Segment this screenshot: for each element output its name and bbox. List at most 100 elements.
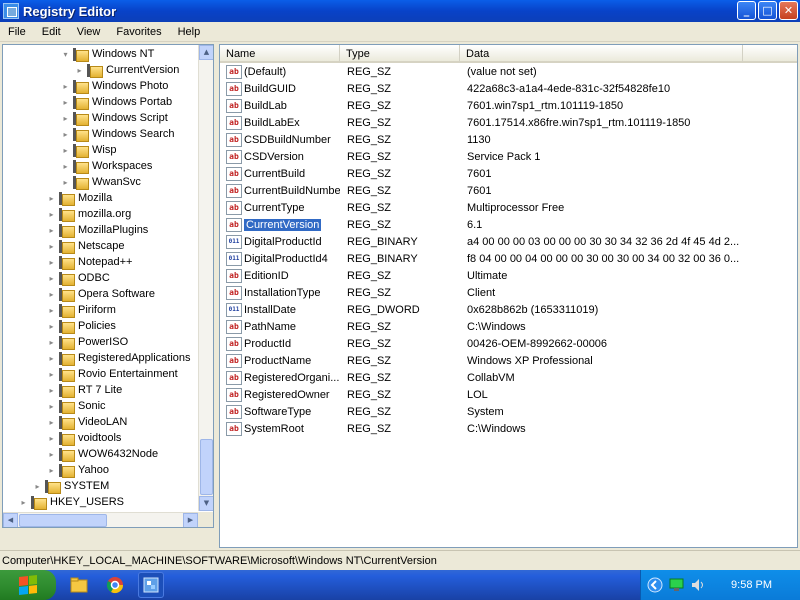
registry-value-row[interactable]: ab ProductId REG_SZ 00426-OEM-8992662-00006 [220,336,797,353]
expand-arrow-icon[interactable]: ▸ [75,66,84,75]
expand-arrow-icon[interactable]: ▸ [61,130,70,139]
registry-editor-task-button[interactable] [138,572,164,598]
registry-value-row[interactable]: 011 DigitalProductId REG_BINARY a4 00 00 00… [220,234,797,251]
expand-arrow-icon[interactable]: ▸ [47,258,56,267]
registry-value-row[interactable]: ab BuildLab REG_SZ 7601.win7sp1_rtm.101119-… [220,98,797,115]
key-tree-pane[interactable]: ▾ Windows NT ▸ CurrentVersion ▸ Windows Photo… [2,44,214,528]
tree-item[interactable]: ▸ SYSTEM [33,478,109,494]
tree-item[interactable]: ▸ ODBC [47,270,110,286]
expand-arrow-icon[interactable]: ▸ [47,274,56,283]
tree-item[interactable]: ▸ PowerISO [47,334,128,350]
tree-item[interactable]: ▸ Sonic [47,398,106,414]
tree-hscroll-thumb[interactable] [19,514,107,527]
explorer-quicklaunch-button[interactable] [66,572,92,598]
expand-arrow-icon[interactable]: ▸ [47,354,56,363]
expand-arrow-icon[interactable]: ▸ [47,434,56,443]
scroll-right-arrow-icon[interactable]: ▶ [183,513,198,527]
menu-edit[interactable]: Edit [34,22,69,42]
menu-help[interactable]: Help [170,22,209,42]
scroll-down-arrow-icon[interactable]: ▼ [199,496,213,511]
clock[interactable]: 9:58 PM [731,579,772,591]
expand-arrow-icon[interactable]: ▸ [47,242,56,251]
expand-arrow-icon[interactable]: ▸ [47,466,56,475]
expand-arrow-icon[interactable]: ▸ [47,418,56,427]
tree-item[interactable]: ▸ Netscape [47,238,124,254]
registry-value-row[interactable]: ab EditionID REG_SZ Ultimate [220,268,797,285]
tree-item[interactable]: ▸ Rovio Entertainment [47,366,178,382]
tree-item[interactable]: ▸ Workspaces [61,158,152,174]
title-bar[interactable]: Registry Editor _ □ ✕ [0,0,800,22]
expand-arrow-icon[interactable]: ▸ [19,498,28,507]
tree-item[interactable]: ▸ mozilla.org [47,206,131,222]
column-header-data[interactable]: Data [460,45,743,63]
minimize-button[interactable]: _ [737,1,756,20]
column-header-type[interactable]: Type [340,45,460,63]
expand-arrow-icon[interactable]: ▸ [47,290,56,299]
tree-item[interactable]: ▸ RegisteredApplications [47,350,191,366]
expand-arrow-icon[interactable]: ▸ [61,82,70,91]
expand-arrow-icon[interactable]: ▸ [47,338,56,347]
tree-item[interactable]: ▸ WOW6432Node [47,446,158,462]
maximize-button[interactable]: □ [758,1,777,20]
tree-item[interactable]: ▸ Windows Photo [61,78,168,94]
tree-item[interactable]: ▸ Windows Portab [61,94,172,110]
tree-item[interactable]: ▸ Mozilla [47,190,112,206]
tree-item[interactable]: ▸ HKEY_USERS [19,494,124,510]
volume-icon[interactable] [691,578,705,592]
expand-arrow-icon[interactable]: ▸ [47,226,56,235]
registry-value-row[interactable]: ab CurrentBuildNumber REG_SZ 7601 [220,183,797,200]
tree-item[interactable]: ▸ MozillaPlugins [47,222,148,238]
registry-value-row[interactable]: ab SystemRoot REG_SZ C:\Windows [220,421,797,438]
tree-horizontal-scrollbar[interactable]: ◀ ▶ [3,512,198,527]
registry-value-row[interactable]: ab RegisteredOrgani... REG_SZ CollabVM [220,370,797,387]
registry-value-row[interactable]: ab BuildLabEx REG_SZ 7601.17514.x86fre.win7… [220,115,797,132]
tree-item[interactable]: ▸ Yahoo [47,462,109,478]
registry-value-row[interactable]: ab CSDVersion REG_SZ Service Pack 1 [220,149,797,166]
expand-arrow-icon[interactable]: ▸ [47,386,56,395]
registry-value-row[interactable]: ab ProductName REG_SZ Windows XP Profession… [220,353,797,370]
registry-value-row[interactable]: ab (Default) REG_SZ (value not set) [220,64,797,81]
tree-item[interactable]: ▸ RT 7 Lite [47,382,122,398]
expand-arrow-icon[interactable]: ▸ [47,194,56,203]
tree-item[interactable]: ▸ VideoLAN [47,414,127,430]
tree-item[interactable]: ▸ Notepad++ [47,254,132,270]
registry-value-row[interactable]: ab CurrentBuild REG_SZ 7601 [220,166,797,183]
expand-arrow-icon[interactable]: ▸ [47,370,56,379]
tree-item[interactable]: ▸ Wisp [61,142,116,158]
menu-favorites[interactable]: Favorites [108,22,169,42]
registry-value-row[interactable]: ab PathName REG_SZ C:\Windows [220,319,797,336]
registry-value-row[interactable]: 011 DigitalProductId4 REG_BINARY f8 04 00 0… [220,251,797,268]
registry-value-row[interactable]: 011 InstallDate REG_DWORD 0x628b862b (16533… [220,302,797,319]
expand-arrow-icon[interactable]: ▸ [61,98,70,107]
registry-value-row[interactable]: ab RegisteredOwner REG_SZ LOL [220,387,797,404]
tree-item[interactable]: ▸ Policies [47,318,116,334]
expand-arrow-icon[interactable]: ▸ [61,114,70,123]
expand-arrow-icon[interactable]: ▸ [47,306,56,315]
registry-value-row[interactable]: ab CurrentVersion REG_SZ 6.1 [220,217,797,234]
tree-item[interactable]: ▸ Opera Software [47,286,155,302]
expand-arrow-icon[interactable]: ▸ [33,482,42,491]
values-list-pane[interactable]: Name Type Data ab (Default) REG_SZ (value n… [219,44,798,548]
tree-item[interactable]: ▸ Windows Search [61,126,175,142]
expand-arrow-icon[interactable]: ▸ [47,322,56,331]
chrome-quicklaunch-button[interactable] [102,572,128,598]
expand-arrow-icon[interactable]: ▸ [47,402,56,411]
tree-item[interactable]: ▾ Windows NT [61,46,154,62]
network-icon[interactable] [669,578,685,592]
expand-arrow-icon[interactable]: ▸ [61,178,70,187]
expand-arrow-icon[interactable]: ▸ [47,210,56,219]
menu-view[interactable]: View [69,22,109,42]
tree-item[interactable]: ▸ WwanSvc [61,174,141,190]
scroll-up-arrow-icon[interactable]: ▲ [199,45,213,60]
menu-file[interactable]: File [0,22,34,42]
registry-value-row[interactable]: ab SoftwareType REG_SZ System [220,404,797,421]
tree-vertical-scrollbar[interactable]: ▲ ▼ [198,45,213,511]
tree-scroll-thumb[interactable] [200,439,213,495]
expand-arrow-icon[interactable]: ▾ [61,50,70,59]
tree-item[interactable]: ▸ CurrentVersion [75,62,179,78]
tree-item[interactable]: ▸ Windows Script [61,110,168,126]
tree-item[interactable]: ▸ Piriform [47,302,116,318]
registry-value-row[interactable]: ab BuildGUID REG_SZ 422a68c3-a1a4-4ede-831c… [220,81,797,98]
start-button[interactable] [0,570,56,600]
column-header-name[interactable]: Name [220,45,340,63]
